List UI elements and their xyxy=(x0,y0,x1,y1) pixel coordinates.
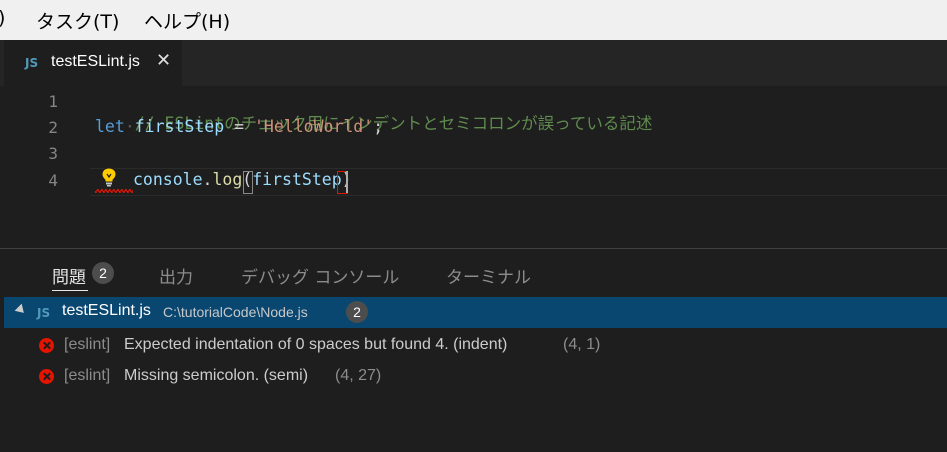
line-number: 4 xyxy=(48,171,58,190)
tab-output[interactable]: 出力 xyxy=(159,263,193,288)
js-file-icon: JS xyxy=(37,306,51,320)
problem-source: [eslint] xyxy=(64,336,111,353)
string-literal: 'HelloWorld' xyxy=(253,117,374,136)
line-number-gutter: 1 2 3 4 xyxy=(0,86,90,248)
problem-source: [eslint] xyxy=(64,367,111,384)
tab-debug-console[interactable]: デバッグ コンソール xyxy=(241,263,399,288)
problem-row[interactable]: [eslint] Expected indentation of 0 space… xyxy=(0,332,947,362)
menu-item-help[interactable]: ヘルプ(H) xyxy=(144,7,230,34)
menu-item-tasks[interactable]: タスク(T) xyxy=(36,7,119,34)
member-dot: . xyxy=(202,170,213,189)
error-icon xyxy=(39,369,54,384)
problem-row[interactable]: [eslint] Missing semicolon. (semi) (4, 2… xyxy=(0,363,947,393)
lightbulb-icon[interactable] xyxy=(100,167,118,187)
menu-bar: ) タスク(T) ヘルプ(H) xyxy=(0,0,947,40)
console-object: console xyxy=(133,170,203,189)
line-number: 3 xyxy=(48,144,58,163)
problem-file-path: C:\tutorialCode\Node.js xyxy=(163,304,308,320)
problems-count-badge: 2 xyxy=(92,262,114,284)
assign-operator: = xyxy=(224,117,254,136)
tab-terminal[interactable]: ターミナル xyxy=(446,263,531,288)
text-cursor xyxy=(346,171,348,193)
line-number: 2 xyxy=(48,118,58,137)
tab-testeslint[interactable]: JS testESLint.js ✕ xyxy=(3,40,182,86)
tab-problems[interactable]: 問題 xyxy=(52,263,86,288)
semicolon: ; xyxy=(373,117,384,136)
indent-error-squiggle xyxy=(95,189,133,193)
variable-name: firstStep xyxy=(134,117,225,136)
problem-position: (4, 1) xyxy=(563,336,601,353)
file-problem-count-badge: 2 xyxy=(346,301,368,323)
bottom-panel: 問題 2 出力 デバッグ コンソール ターミナル JS testESLint.j… xyxy=(0,248,947,452)
line-number: 1 xyxy=(48,92,58,111)
argument: firstStep xyxy=(252,170,342,189)
tab-label: testESLint.js xyxy=(51,53,140,70)
close-icon[interactable]: ✕ xyxy=(156,50,171,71)
log-function: log xyxy=(212,170,243,189)
code-line-2: let·firstStep = 'HelloWorld'; xyxy=(95,117,384,136)
error-icon xyxy=(39,338,54,353)
code-editor[interactable]: 1 2 3 4 // ESLintのチェック用にインデントとセミコロンが誤ってい… xyxy=(0,86,947,248)
problem-file-name: testESLint.js xyxy=(62,302,151,319)
editor-tab-bar: JS testESLint.js ✕ xyxy=(0,40,947,86)
chevron-down-icon[interactable] xyxy=(14,303,28,317)
problem-message: Expected indentation of 0 spaces but fou… xyxy=(124,336,508,353)
keyword-let: let xyxy=(95,117,125,136)
problems-file-row[interactable]: JS testESLint.js C:\tutorialCode\Node.js… xyxy=(4,297,947,328)
problem-message: Missing semicolon. (semi) xyxy=(124,367,309,384)
bracket-match-open xyxy=(243,171,253,194)
js-file-icon: JS xyxy=(25,56,39,70)
problem-position: (4, 27) xyxy=(335,367,382,384)
menu-item-partial[interactable]: ) xyxy=(0,7,5,29)
active-tab-indicator xyxy=(52,290,88,291)
